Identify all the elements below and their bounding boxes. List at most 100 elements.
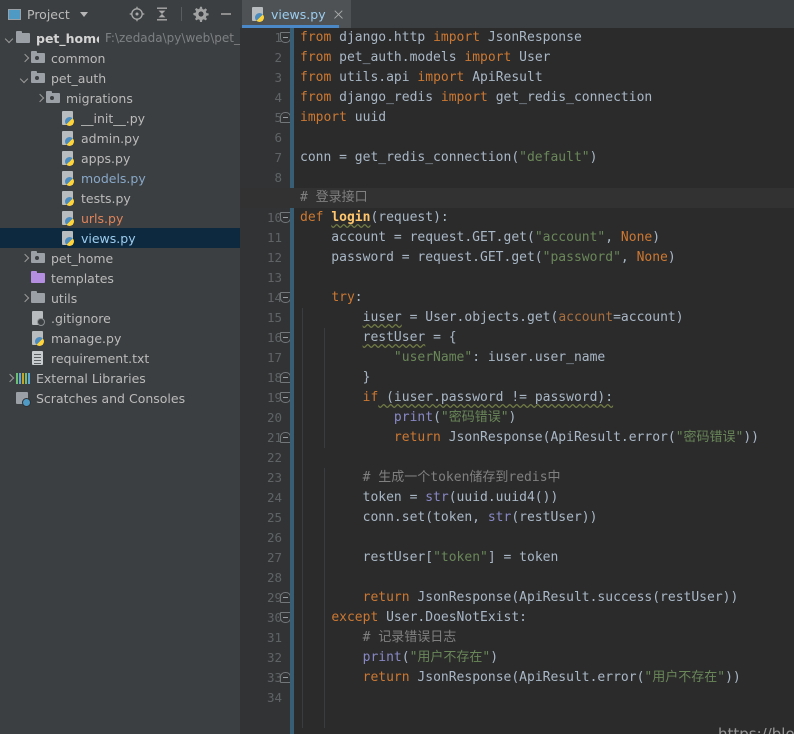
code-line[interactable]: if (iuser.password != password): (300, 388, 613, 408)
tree-item-views-py[interactable]: views.py (0, 228, 240, 248)
code-line[interactable]: account = request.GET.get("account", Non… (300, 228, 660, 248)
tree-item-models-py[interactable]: models.py (0, 168, 240, 188)
tree-item-utils[interactable]: utils (0, 288, 240, 308)
tree-item-urls-py[interactable]: urls.py (0, 208, 240, 228)
watermark: https://blog.csdn.net/weixin_44606481 (718, 725, 794, 734)
settings-gear-icon[interactable] (193, 6, 209, 22)
line-number: 34 (266, 690, 282, 705)
code-editor[interactable]: 1234567891011121314151617181920212223242… (240, 28, 794, 734)
code-line[interactable]: from django_redis import get_redis_conne… (300, 88, 652, 108)
code-token: return (393, 430, 449, 445)
tree-item-apps-py[interactable]: apps.py (0, 148, 240, 168)
chevron-down-icon[interactable] (79, 11, 88, 17)
code-token: return (362, 670, 418, 685)
tree-item-requirement-txt[interactable]: requirement.txt (0, 348, 240, 368)
chevron-right-icon[interactable] (34, 93, 45, 104)
code-line[interactable]: } (300, 368, 371, 388)
tree-item--gitignore[interactable]: .gitignore (0, 308, 240, 328)
code-line[interactable]: import uuid (300, 108, 386, 128)
code-line[interactable]: from django.http import JsonResponse (300, 28, 582, 48)
tree-item-label: requirement.txt (51, 350, 150, 366)
chevron-right-icon[interactable] (19, 253, 30, 264)
tree-item-tests-py[interactable]: tests.py (0, 188, 240, 208)
code-line[interactable]: try: (300, 288, 362, 308)
editor-gutter[interactable]: 1234567891011121314151617181920212223242… (240, 28, 294, 734)
select-opened-file-icon[interactable] (129, 6, 145, 22)
code-token: (restUser)) (511, 510, 598, 525)
tree-item-common[interactable]: common (0, 48, 240, 68)
code-line[interactable]: return JsonResponse(ApiResult.error("用户不… (300, 668, 741, 688)
tree-item-label: .gitignore (51, 310, 111, 326)
chevron-down-icon[interactable] (4, 33, 15, 44)
tree-item-pet-home[interactable]: pet_home (0, 248, 240, 268)
code-token: JsonResponse(ApiResult.error( (417, 670, 645, 685)
code-line[interactable]: except User.DoesNotExist: (300, 608, 527, 628)
code-token: # 记录错误日志 (300, 630, 457, 645)
code-token: import (433, 30, 488, 45)
line-number: 13 (266, 270, 282, 285)
tree-item-label: utils (51, 290, 78, 306)
code-line[interactable]: print("用户不存在") (300, 648, 498, 668)
code-line[interactable]: restUser["token"] = token (300, 548, 559, 568)
code-text-area[interactable]: from django.http import JsonResponse from… (240, 28, 794, 734)
tree-item-pet-home[interactable]: pet_home F:\zedada\py\web\pet_ (0, 28, 240, 48)
code-line[interactable]: restUser = { (300, 328, 457, 348)
tree-item-scratches-and-consoles[interactable]: Scratches and Consoles (0, 388, 240, 408)
tree-item-label: Scratches and Consoles (36, 390, 186, 406)
code-token: from (300, 50, 340, 65)
tree-item-manage-py[interactable]: manage.py (0, 328, 240, 348)
code-line[interactable]: token = str(uuid.uuid4()) (300, 488, 559, 508)
project-tree[interactable]: pet_home F:\zedada\py\web\pet_common pet_a… (0, 28, 240, 734)
code-token: token = (300, 490, 426, 505)
code-line[interactable]: "userName": iuser.user_name (300, 348, 605, 368)
code-line[interactable]: from pet_auth.models import User (300, 48, 550, 68)
code-token: "account" (534, 230, 606, 245)
code-token: User.DoesNotExist: (386, 610, 527, 625)
chevron-down-icon[interactable] (19, 73, 30, 84)
code-line[interactable]: return JsonResponse(ApiResult.success(re… (300, 588, 739, 608)
project-tool-window-button[interactable]: Project (0, 7, 88, 22)
code-line[interactable]: print("密码错误") (300, 408, 516, 428)
code-line[interactable]: # 登录接口 (300, 188, 368, 208)
chevron-right-icon[interactable] (19, 293, 30, 304)
tree-item-admin-py[interactable]: admin.py (0, 128, 240, 148)
chevron-right-icon[interactable] (19, 53, 30, 64)
top-bar: Project views.py (0, 0, 794, 28)
line-number: 11 (266, 230, 282, 245)
code-line[interactable]: return JsonResponse(ApiResult.error("密码错… (300, 428, 759, 448)
code-line[interactable]: password = request.GET.get("password", N… (300, 248, 675, 268)
code-token: ( (433, 410, 441, 425)
code-line[interactable]: conn = get_redis_connection("default") (300, 148, 597, 168)
code-token: restUser (362, 330, 426, 345)
line-number: 27 (266, 550, 282, 565)
tree-item-migrations[interactable]: migrations (0, 88, 240, 108)
tree-item-templates[interactable]: templates (0, 268, 240, 288)
code-line[interactable]: from utils.api import ApiResult (300, 68, 543, 88)
code-token: iuser (362, 310, 402, 325)
chevron-right-icon[interactable] (4, 373, 15, 384)
tree-item-external-libraries[interactable]: External Libraries (0, 368, 240, 388)
code-line[interactable]: conn.set(token, str(restUser)) (300, 508, 598, 528)
tree-item-pet-auth[interactable]: pet_auth (0, 68, 240, 88)
tree-item-label: manage.py (51, 330, 122, 346)
code-token: None (636, 250, 668, 265)
close-icon[interactable] (333, 9, 344, 20)
code-line[interactable]: iuser = User.objects.get(account=account… (300, 308, 684, 328)
code-line[interactable]: # 生成一个token储存到redis中 (300, 468, 561, 488)
code-line[interactable]: def login(request): (300, 208, 449, 228)
tree-item--init-py[interactable]: __init__.py (0, 108, 240, 128)
project-toolbar-actions (129, 0, 234, 28)
tree-item-label: common (51, 50, 106, 66)
code-token: from (300, 90, 340, 105)
hide-panel-icon[interactable] (218, 6, 234, 22)
line-number: 2 (274, 50, 282, 65)
editor-tab-views-py[interactable]: views.py (242, 0, 351, 28)
code-token: "password" (542, 250, 621, 265)
tree-item-label: migrations (66, 90, 133, 106)
collapse-all-icon[interactable] (154, 6, 170, 22)
code-line[interactable]: # 记录错误日志 (300, 628, 457, 648)
